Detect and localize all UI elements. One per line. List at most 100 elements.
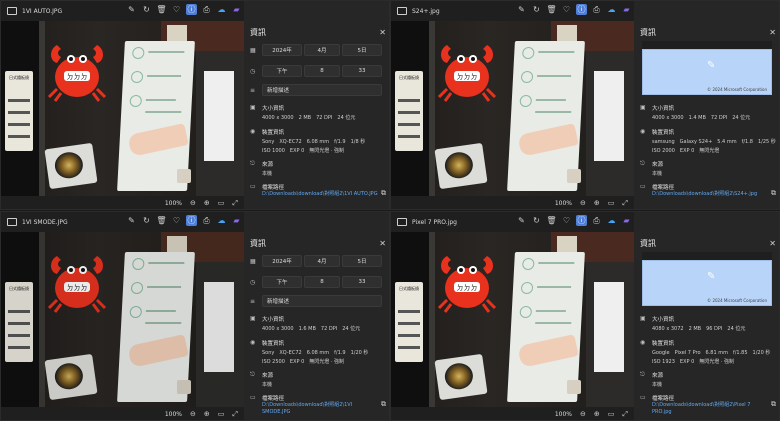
file-path-link[interactable]: D:\Downloads\download\對照組2\1VI SMODE.JPG xyxy=(262,402,380,415)
date-day-field[interactable]: 5日 xyxy=(342,255,382,267)
copy-path-icon[interactable]: ⧉ xyxy=(771,189,776,198)
zoom-in-icon[interactable]: ⊕ xyxy=(204,411,210,418)
zoom-out-icon[interactable]: ⊖ xyxy=(190,411,196,418)
time-hour-field[interactable]: 8 xyxy=(304,276,340,288)
fullscreen-icon[interactable]: ⤢ xyxy=(232,411,238,418)
rotate-icon[interactable]: ↻ xyxy=(141,215,152,226)
close-icon[interactable]: ✕ xyxy=(769,239,776,248)
time-minute-field[interactable]: 33 xyxy=(342,65,382,77)
close-icon[interactable]: ✕ xyxy=(769,28,776,37)
time-ampm-field[interactable]: 下午 xyxy=(262,65,302,77)
delete-icon[interactable]: 🗑 xyxy=(156,4,167,15)
close-icon[interactable]: ✕ xyxy=(379,28,386,37)
onedrive-icon[interactable]: ☁ xyxy=(216,215,227,226)
file-path-link[interactable]: D:\Downloads\download\對照組2\Pixel 7 PRO.j… xyxy=(652,402,770,415)
photo-view[interactable]: 日式鐵板燒 ㄉㄉㄉ xyxy=(391,21,634,196)
location-map[interactable]: ✎ © 2024 Microsoft Corporation xyxy=(642,260,772,306)
focal-length: 6.08 mm xyxy=(306,350,330,356)
edit-icon[interactable]: ✎ xyxy=(126,215,137,226)
copilot-icon[interactable]: ▰ xyxy=(231,215,242,226)
file-size: 2 MB xyxy=(688,326,702,332)
time-ampm-field[interactable]: 下午 xyxy=(262,276,302,288)
fit-icon[interactable]: ▭ xyxy=(608,411,615,418)
fullscreen-icon[interactable]: ⤢ xyxy=(622,200,628,207)
bottom-bar: 100% ⊖ ⊕ ▭ ⤢ xyxy=(391,196,634,209)
zoom-out-icon[interactable]: ⊖ xyxy=(190,200,196,207)
crab-label: ㄉㄉㄉ xyxy=(67,283,88,292)
fullscreen-icon[interactable]: ⤢ xyxy=(622,411,628,418)
favorite-icon[interactable]: ♡ xyxy=(171,215,182,226)
description-input[interactable]: 新增描述 xyxy=(262,84,382,96)
copy-path-icon[interactable]: ⧉ xyxy=(381,400,386,409)
image-icon xyxy=(397,7,407,15)
fit-icon[interactable]: ▭ xyxy=(218,411,225,418)
map-pin-icon: ✎ xyxy=(707,60,716,71)
file-name: 1VI AUTO.JPG xyxy=(22,7,63,15)
file-path-link[interactable]: D:\Downloads\download\對照組2\1VI AUTO.JPG xyxy=(262,191,380,198)
fit-icon[interactable]: ▭ xyxy=(218,200,225,207)
date-year-field[interactable]: 2024年 xyxy=(262,44,302,56)
print-icon[interactable]: ⎙ xyxy=(201,4,212,15)
copilot-icon[interactable]: ▰ xyxy=(231,4,242,15)
delete-icon[interactable]: 🗑 xyxy=(546,215,557,226)
delete-icon[interactable]: 🗑 xyxy=(156,215,167,226)
dpi: 72 DPI xyxy=(316,115,333,121)
camera-label: 裝置資訊 xyxy=(262,341,285,347)
copy-path-icon[interactable]: ⧉ xyxy=(771,400,776,409)
zoom-level[interactable]: 100% xyxy=(165,411,182,418)
rotate-icon[interactable]: ↻ xyxy=(531,4,542,15)
zoom-in-icon[interactable]: ⊕ xyxy=(594,411,600,418)
date-year-field[interactable]: 2024年 xyxy=(262,255,302,267)
source-value: 本機 xyxy=(262,382,273,388)
photo-view[interactable]: 日式鐵板燒 ㄉㄉㄉ xyxy=(1,21,244,196)
photo-view[interactable]: 日式鐵板燒 ㄉㄉㄉ xyxy=(391,232,634,407)
favorite-icon[interactable]: ♡ xyxy=(171,4,182,15)
time-minute-field[interactable]: 33 xyxy=(342,276,382,288)
copy-path-icon[interactable]: ⧉ xyxy=(381,189,386,198)
info-icon[interactable]: ⓘ xyxy=(576,215,587,226)
copilot-icon[interactable]: ▰ xyxy=(621,215,632,226)
time-hour-field[interactable]: 8 xyxy=(304,65,340,77)
description-input[interactable]: 新增描述 xyxy=(262,295,382,307)
photo-bowl-card xyxy=(434,353,488,401)
photo-view[interactable]: 日式鐵板燒 ㄉㄉㄉ xyxy=(1,232,244,407)
print-icon[interactable]: ⎙ xyxy=(591,4,602,15)
zoom-out-icon[interactable]: ⊖ xyxy=(580,200,586,207)
print-icon[interactable]: ⎙ xyxy=(201,215,212,226)
info-icon[interactable]: ⓘ xyxy=(576,4,587,15)
date-month-field[interactable]: 4月 xyxy=(304,255,340,267)
zoom-level[interactable]: 100% xyxy=(165,200,182,207)
zoom-in-icon[interactable]: ⊕ xyxy=(594,200,600,207)
zoom-level[interactable]: 100% xyxy=(555,200,572,207)
edit-icon[interactable]: ✎ xyxy=(516,215,527,226)
delete-icon[interactable]: 🗑 xyxy=(546,4,557,15)
crab-figure: ㄉㄉㄉ xyxy=(47,256,107,313)
zoom-out-icon[interactable]: ⊖ xyxy=(580,411,586,418)
rotate-icon[interactable]: ↻ xyxy=(141,4,152,15)
camera-values-2: ISO 2500 EXP 0 無閃光燈 · 強制 xyxy=(262,358,349,365)
info-icon[interactable]: ⓘ xyxy=(186,215,197,226)
print-icon[interactable]: ⎙ xyxy=(591,215,602,226)
date-month-field[interactable]: 4月 xyxy=(304,44,340,56)
rotate-icon[interactable]: ↻ xyxy=(531,215,542,226)
close-icon[interactable]: ✕ xyxy=(379,239,386,248)
edit-icon[interactable]: ✎ xyxy=(126,4,137,15)
copilot-icon[interactable]: ▰ xyxy=(621,4,632,15)
location-map[interactable]: ✎ © 2024 Microsoft Corporation xyxy=(642,49,772,95)
edit-icon[interactable]: ✎ xyxy=(516,4,527,15)
fullscreen-icon[interactable]: ⤢ xyxy=(232,200,238,207)
favorite-icon[interactable]: ♡ xyxy=(561,215,572,226)
onedrive-icon[interactable]: ☁ xyxy=(606,4,617,15)
calendar-icon: ▦ xyxy=(250,258,256,265)
camera-values-2: ISO 1000 EXP 0 無閃光燈 · 強制 xyxy=(262,147,349,154)
onedrive-icon[interactable]: ☁ xyxy=(606,215,617,226)
image-size-icon: ▣ xyxy=(250,104,256,111)
fit-icon[interactable]: ▭ xyxy=(608,200,615,207)
zoom-level[interactable]: 100% xyxy=(555,411,572,418)
info-icon[interactable]: ⓘ xyxy=(186,4,197,15)
onedrive-icon[interactable]: ☁ xyxy=(216,4,227,15)
favorite-icon[interactable]: ♡ xyxy=(561,4,572,15)
zoom-in-icon[interactable]: ⊕ xyxy=(204,200,210,207)
date-day-field[interactable]: 5日 xyxy=(342,44,382,56)
file-path-link[interactable]: D:\Downloads\download\對照組2\S24+.jpg xyxy=(652,191,770,198)
